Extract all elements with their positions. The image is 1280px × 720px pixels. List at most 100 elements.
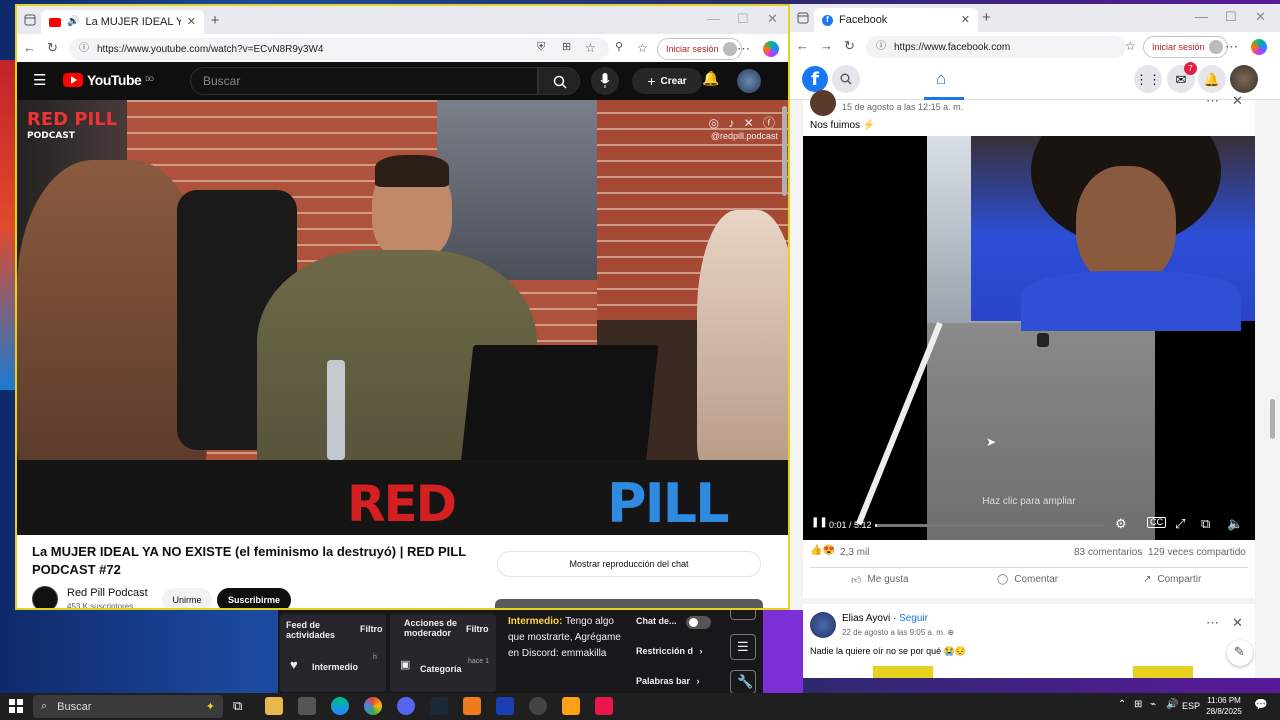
search-input[interactable]: Buscar [190,67,538,95]
language-indicator[interactable]: ESP [1182,701,1200,711]
terminal-icon[interactable] [298,697,316,715]
facebook-logo[interactable]: f [802,66,828,92]
panel-list-button[interactable]: ☰ [730,634,756,660]
favorites-icon[interactable]: ☆ [637,42,648,54]
tab-youtube[interactable]: 🔊 La MUJER IDEAL YA NO EXIST ✕ [41,10,204,34]
post-date[interactable]: 15 de agosto a las 12:15 a. m. [842,102,963,112]
url-field[interactable]: ⓘ https://www.facebook.com [866,36,1126,58]
tiktok-icon[interactable] [595,697,613,715]
comments-count[interactable]: 83 comentarios [1074,547,1142,558]
video-player[interactable]: RED PILL RED PILL PODCAST ◎ ♪ ✕ ⓕ @redpi… [17,100,788,535]
tab-facebook[interactable]: f Facebook ✕ [814,8,978,32]
shield-icon[interactable]: ⛨ [537,42,545,53]
account-avatar[interactable] [1230,65,1258,93]
maximize-icon[interactable]: ☐ [737,12,749,25]
notifications-bell-icon[interactable]: 🔔 [702,71,719,85]
menu-grid-icon[interactable]: ⋮⋮ [1134,65,1162,93]
more-menu-icon[interactable]: ⋯ [1225,40,1238,53]
extensions-icon[interactable]: ⚲ [615,42,623,53]
close-tab-icon[interactable]: ✕ [187,16,196,28]
follow-link[interactable]: Seguir [899,613,928,624]
obs-icon[interactable] [529,697,547,715]
restriction-row[interactable]: Restricción d › [636,646,703,656]
url-field[interactable]: ⓘ https://www.youtube.com/watch?v=ECvN8R… [69,38,609,60]
new-message-button[interactable]: ✎ [1227,640,1253,666]
more-menu-icon[interactable]: ⋯ [737,42,750,55]
playstation-icon[interactable] [496,697,514,715]
home-icon[interactable]: ⌂ [936,70,946,87]
account-avatar[interactable] [737,69,761,93]
app-icon[interactable] [463,697,481,715]
tray-apps-icon[interactable]: ⊞ [1134,700,1142,710]
post-options-icon[interactable]: ⋯ [1206,94,1219,107]
taskbar-search[interactable]: ⌕ Buscar ✦ [33,695,223,718]
post-date[interactable]: 22 de agosto a las 9:05 a. m. [842,628,945,637]
show-chat-replay-button[interactable]: Mostrar reproducción del chat [497,551,761,577]
join-button[interactable]: Unirme [162,588,212,608]
new-tab-icon[interactable]: + [982,10,991,25]
channel-avatar[interactable] [32,586,58,608]
speaker-icon[interactable]: 🔊 [67,17,79,27]
fb-search-button[interactable] [832,65,860,93]
reactions-count[interactable]: 2,3 mil [840,547,869,558]
chat-setting-toggle[interactable] [686,616,711,629]
activity-filter-button[interactable]: Filtro [360,624,383,634]
refresh-icon[interactable]: ↻ [47,41,58,54]
picture-in-picture-icon[interactable]: ⧉ [1201,517,1210,530]
panel-button[interactable] [730,610,756,620]
tab-actions-icon[interactable] [796,11,810,25]
edge-browser-icon[interactable] [331,697,349,715]
panel-tools-button[interactable]: 🔧 [730,670,756,694]
site-info-icon[interactable]: ⓘ [876,42,886,52]
chat-username[interactable]: Intermedio: [508,616,562,627]
site-info-icon[interactable]: ⓘ [79,44,89,54]
video-progress-track[interactable] [875,524,1105,527]
minimize-icon[interactable]: — [1195,10,1208,23]
copilot-icon[interactable] [763,41,779,57]
settings-gear-icon[interactable]: ⚙ [1115,517,1127,530]
like-button[interactable]: 👍︎ Me gusta [851,574,909,586]
maximize-icon[interactable]: ☐ [1225,10,1237,23]
subscribe-button[interactable]: Suscribirme [217,588,291,608]
signin-button[interactable]: Iniciar sesión [657,38,742,60]
forward-icon[interactable]: → [820,39,833,52]
post-author-avatar[interactable] [810,90,836,116]
apps-icon[interactable]: ⊞ [562,42,571,53]
fullscreen-icon[interactable]: ⤢ [1175,517,1185,530]
comment-button[interactable]: ◯ Comentar [997,574,1058,585]
shares-count[interactable]: 129 veces compartido [1148,547,1246,558]
discord-icon[interactable] [397,697,415,715]
search-button[interactable] [538,67,580,95]
page-scrollbar[interactable] [1270,399,1275,439]
channel-name[interactable]: Red Pill Podcast [67,587,148,599]
back-icon[interactable]: ← [23,41,36,54]
pause-icon[interactable]: ❚❚ [811,518,828,528]
close-tab-icon[interactable]: ✕ [961,14,970,26]
volume-icon[interactable]: 🔊 [1166,700,1178,710]
menu-hamburger-icon[interactable]: ☰ [33,73,46,88]
share-button[interactable]: ↗ Compartir [1143,574,1201,585]
back-icon[interactable]: ← [796,39,809,52]
steam-icon[interactable] [430,697,448,715]
volume-icon[interactable]: 🔈 [1227,517,1243,530]
start-windows-icon[interactable] [9,699,23,713]
close-window-icon[interactable]: ✕ [1255,10,1266,23]
app-icon[interactable] [562,697,580,715]
network-icon[interactable]: ⌁ [1150,700,1156,710]
tray-chevron-icon[interactable]: ⌃ [1118,700,1126,710]
copilot-icon[interactable] [1251,39,1267,55]
post-options-icon[interactable]: ⋯ [1206,616,1219,629]
file-explorer-icon[interactable] [265,697,283,715]
task-view-icon[interactable]: ⧉ [233,699,242,712]
post-video[interactable]: Haz clic para ampliar ➤ ❚❚ 0:01 / 5:12 ⚙… [803,136,1255,540]
notification-center-icon[interactable]: 💬 [1254,700,1268,711]
hide-post-icon[interactable]: ✕ [1232,94,1243,107]
post-author-avatar[interactable] [810,612,836,638]
reaction-icons[interactable]: 👍😍 [810,546,835,556]
mod-filter-button[interactable]: Filtro [466,624,489,634]
clock[interactable]: 11:06 PM 28/8/2025 [1200,695,1248,717]
favorites-icon[interactable]: ☆ [1125,40,1136,52]
create-button[interactable]: + Crear [632,68,702,94]
post-author-name[interactable]: Elias Ayovi [842,613,890,624]
minimize-icon[interactable]: — [707,12,720,25]
